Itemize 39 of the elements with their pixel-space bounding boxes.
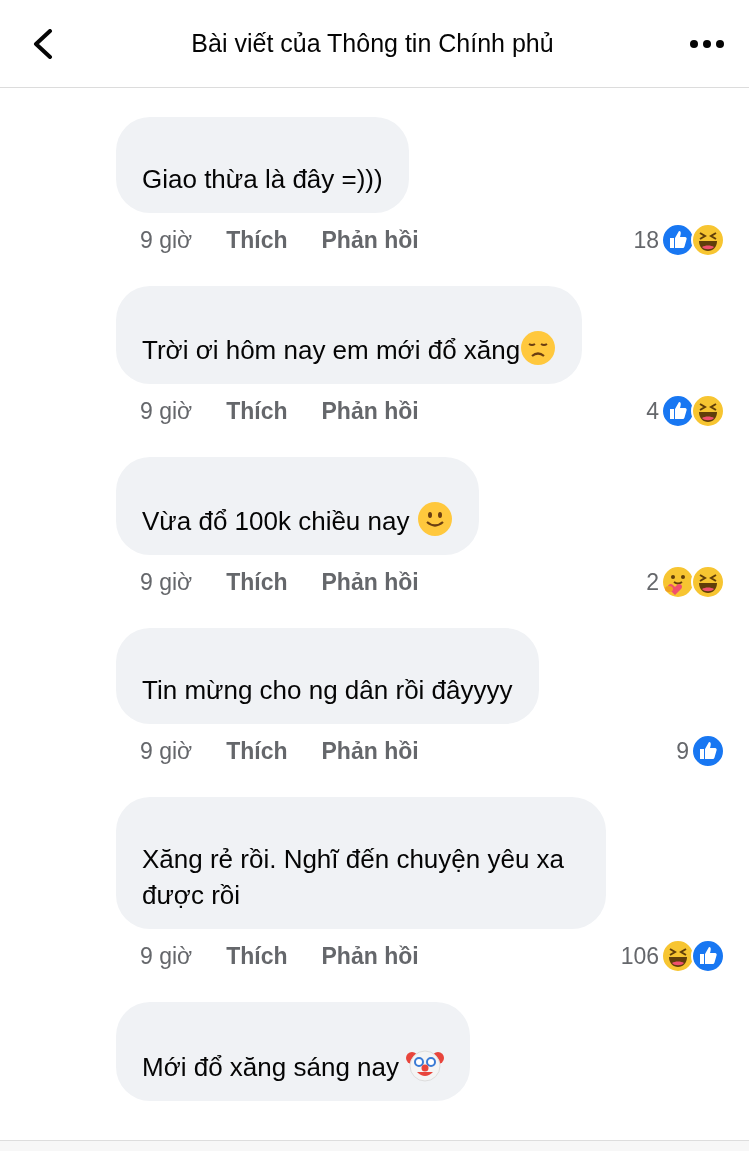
like-link[interactable]: Thích [226,226,288,254]
comment-time: 9 giờ [140,397,193,425]
comment-time: 9 giờ [140,568,193,596]
smiling-face-icon [416,501,453,537]
like-link[interactable]: Thích [226,737,288,765]
reaction-count: 4 [646,397,659,425]
comment-text: Xăng rẻ rồi. Nghĩ đến chuyện yêu xa được rồi [142,843,566,912]
like-reaction-icon [691,734,725,768]
comment-time: 9 giờ [140,226,193,254]
laughing-face-icon [691,394,725,428]
reply-link[interactable]: Phản hồi [321,737,419,765]
reaction-count: 9 [676,737,689,765]
laughing-face-icon [691,565,725,599]
like-link[interactable]: Thích [226,568,288,596]
more-icon[interactable] [689,38,725,49]
laughing-face-icon [691,223,725,257]
reaction-count: 18 [633,226,659,254]
reaction-count: 2 [646,568,659,596]
reply-link[interactable]: Phản hồi [321,397,419,425]
reply-link[interactable]: Phản hồi [321,568,419,596]
comment-time: 9 giờ [140,737,193,765]
reply-link[interactable]: Phản hồi [321,942,419,970]
sad-face-icon [520,330,557,366]
comment-text: Mới đổ xăng sáng nay [142,1046,445,1085]
comment-time: 9 giờ [140,942,193,970]
like-link[interactable]: Thích [226,942,288,970]
like-reaction-icon [691,939,725,973]
like-reaction-icon [661,394,695,428]
comment-text: Trời ơi hôm nay em mới đổ xăng [142,330,557,368]
laughing-face-icon [661,939,695,973]
comment-text: Vừa đổ 100k chiều nay [142,501,453,539]
reaction-count: 106 [620,942,659,970]
page-title: Bài viết của Thông tin Chính phủ [190,29,555,58]
hugging-face-icon [661,565,695,599]
like-reaction-icon [661,223,695,257]
reply-link[interactable]: Phản hồi [321,226,419,254]
comment-text: Tin mừng cho ng dân rồi đâyyyy [142,674,513,707]
comment-text: Giao thừa là đây =))) [142,163,383,196]
like-link[interactable]: Thích [226,397,288,425]
